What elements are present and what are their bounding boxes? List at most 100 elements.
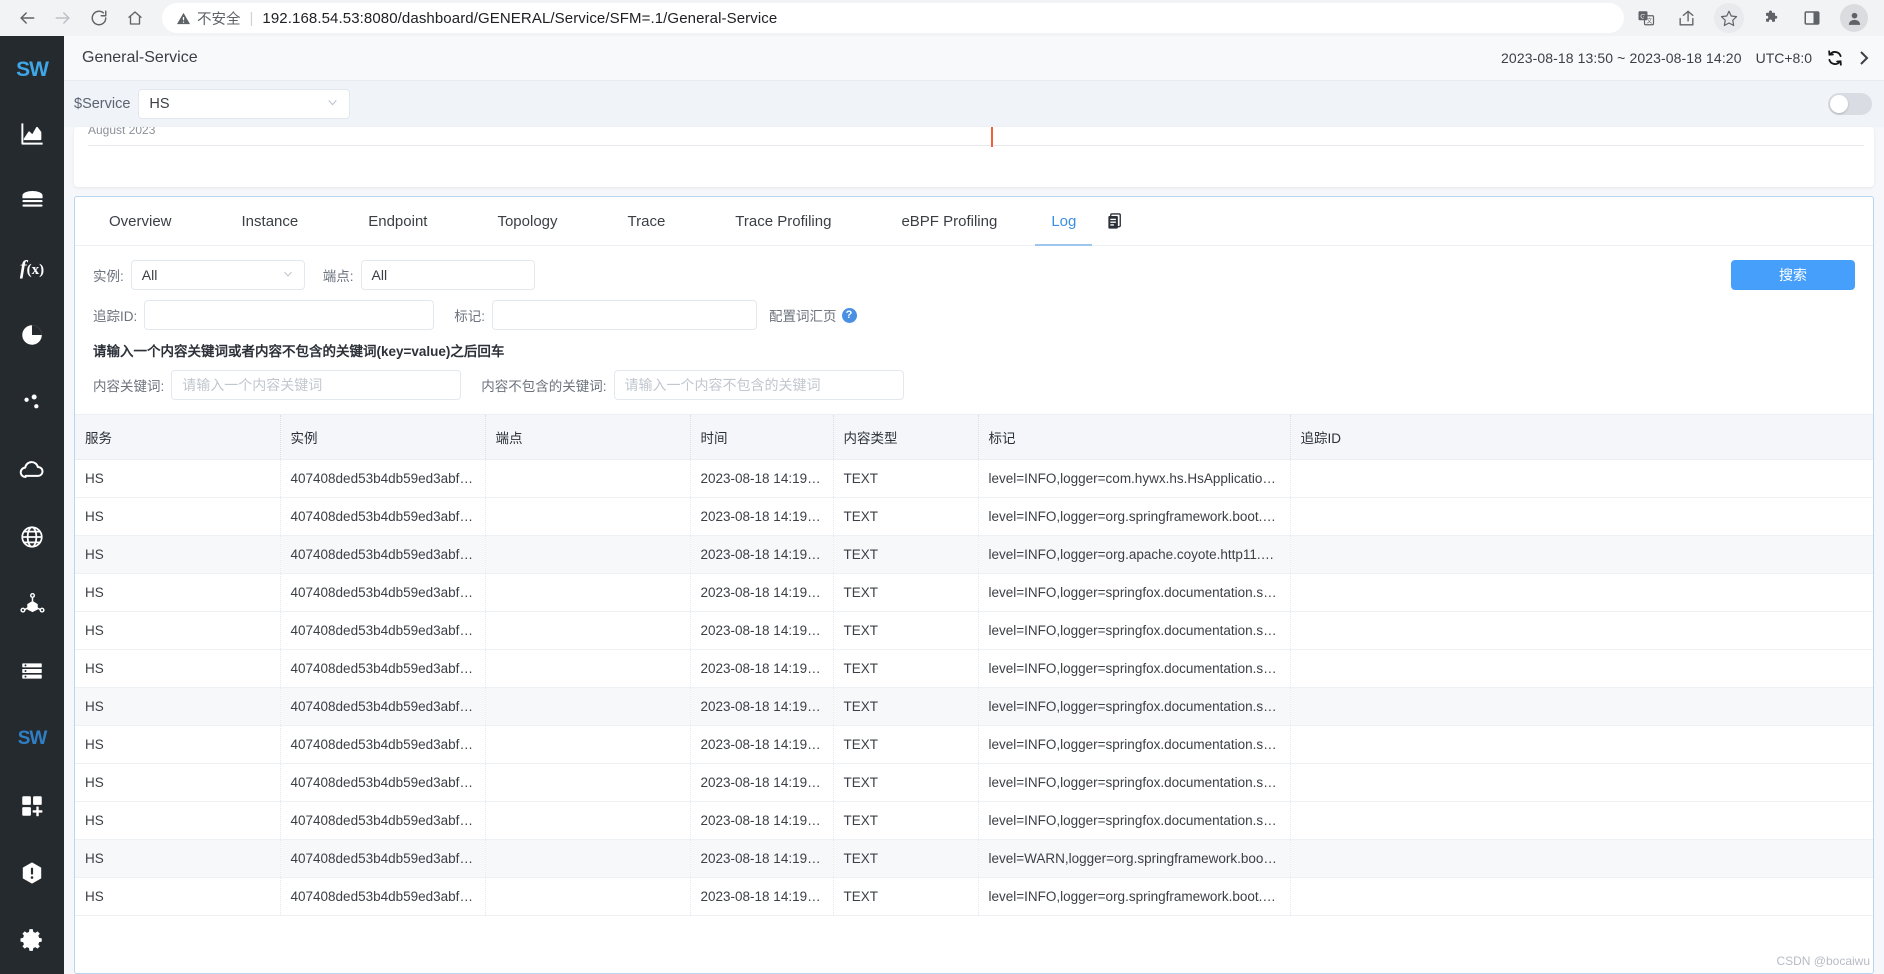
tab-topology[interactable]: Topology <box>487 197 567 246</box>
cell-time: 2023-08-18 14:19:52 <box>690 763 834 802</box>
cell-trace-id <box>1290 725 1873 764</box>
sidebar-item-list[interactable] <box>0 638 64 705</box>
sidebar-item-add-widget[interactable] <box>0 772 64 839</box>
sidebar-item-function[interactable]: f(x) <box>0 234 64 301</box>
service-selector-bar: $Service HS <box>64 81 1884 127</box>
search-button[interactable]: 搜索 <box>1731 260 1855 290</box>
instance-select-value: All <box>141 267 158 283</box>
sidebar-item-globe[interactable] <box>0 503 64 570</box>
table-row[interactable]: HS 407408ded53b4db59ed3abf636… 2023-08-18 … <box>75 763 1873 802</box>
keyword-input[interactable]: 请输入一个内容关键词 <box>171 370 462 400</box>
refresh-icon[interactable] <box>1826 49 1844 67</box>
table-row[interactable]: HS 407408ded53b4db59ed3abf636… 2023-08-18 … <box>75 611 1873 650</box>
cell-service: HS <box>75 573 281 612</box>
tab-trace[interactable]: Trace <box>618 197 676 246</box>
table-row[interactable]: HS 407408ded53b4db59ed3abf636… 2023-08-18 … <box>75 839 1873 878</box>
help-icon[interactable]: ? <box>841 307 857 323</box>
cell-endpoint <box>485 839 691 878</box>
sidebar-item-topology[interactable] <box>0 571 64 638</box>
sidebar-item-database[interactable] <box>0 167 64 234</box>
home-button[interactable] <box>118 1 152 35</box>
cell-trace-id <box>1290 877 1873 916</box>
filter-hint-text: 请输入一个内容关键词或者内容不包含的关键词(key=value)之后回车 <box>93 344 505 359</box>
cell-trace-id <box>1290 497 1873 536</box>
table-row[interactable]: HS 407408ded53b4db59ed3abf636… 2023-08-18 … <box>75 725 1873 764</box>
cell-time: 2023-08-18 14:19:53 <box>690 497 834 536</box>
table-row[interactable]: HS 407408ded53b4db59ed3abf636… 2023-08-18 … <box>75 535 1873 574</box>
translate-icon[interactable]: G文 <box>1634 6 1658 30</box>
cell-endpoint <box>485 877 691 916</box>
time-range-picker[interactable]: 2023-08-18 13:50 ~ 2023-08-18 14:20 <box>1501 50 1742 66</box>
cell-trace-id <box>1290 459 1873 498</box>
timezone-label: UTC+8:0 <box>1755 50 1812 66</box>
cell-content-type: TEXT <box>833 535 979 574</box>
cell-service: HS <box>75 535 281 574</box>
cell-content-type: TEXT <box>833 459 979 498</box>
cell-time: 2023-08-18 14:19:52 <box>690 877 834 916</box>
col-header-tags[interactable]: 标记 <box>978 414 1291 460</box>
profile-avatar-icon[interactable] <box>1840 4 1868 32</box>
reload-button[interactable] <box>82 1 116 35</box>
sidebar-item-dashboard[interactable] <box>0 100 64 167</box>
log-table-wrap: 服务 实例 端点 时间 内容类型 标记 追踪ID HS 407408ded53b4… <box>75 414 1873 973</box>
table-row[interactable]: HS 407408ded53b4db59ed3abf636… 2023-08-18 … <box>75 459 1873 498</box>
filter-row-1: 实例: All 端点: All <box>93 260 1855 290</box>
forward-button[interactable] <box>46 1 80 35</box>
bookmark-star-icon[interactable] <box>1714 3 1744 33</box>
cell-endpoint <box>485 687 691 726</box>
cell-trace-id <box>1290 535 1873 574</box>
cell-trace-id <box>1290 687 1873 726</box>
copy-document-icon[interactable] <box>1106 212 1125 231</box>
sidebar-item-dots[interactable] <box>0 369 64 436</box>
list-icon <box>19 658 45 684</box>
col-header-instance[interactable]: 实例 <box>280 414 486 460</box>
table-row[interactable]: HS 407408ded53b4db59ed3abf636… 2023-08-18 … <box>75 497 1873 536</box>
cell-trace-id <box>1290 649 1873 688</box>
table-row[interactable]: HS 407408ded53b4db59ed3abf636… 2023-08-18 … <box>75 649 1873 688</box>
col-header-endpoint[interactable]: 端点 <box>485 414 691 460</box>
edit-mode-toggle[interactable] <box>1828 93 1872 115</box>
sidebar-item-settings[interactable] <box>0 907 64 974</box>
tab-log[interactable]: Log <box>1035 197 1093 246</box>
share-icon[interactable] <box>1674 6 1698 30</box>
tab-overview[interactable]: Overview <box>99 197 182 246</box>
col-header-time[interactable]: 时间 <box>690 414 834 460</box>
chart-area-icon <box>19 120 46 147</box>
sidebar-item-pie[interactable] <box>0 302 64 369</box>
traceid-input[interactable] <box>144 300 435 330</box>
cell-service: HS <box>75 763 281 802</box>
config-vocabulary-link[interactable]: 配置词汇页 ? <box>769 305 857 325</box>
back-button[interactable] <box>10 1 44 35</box>
sidebar-item-cloud[interactable] <box>0 436 64 503</box>
sidebar-item-alarm[interactable] <box>0 840 64 907</box>
tab-instance[interactable]: Instance <box>232 197 309 246</box>
table-row[interactable]: HS 407408ded53b4db59ed3abf636… 2023-08-18 … <box>75 877 1873 916</box>
cell-endpoint <box>485 763 691 802</box>
service-select[interactable]: HS <box>138 89 351 119</box>
table-row[interactable]: HS 407408ded53b4db59ed3abf636… 2023-08-18 … <box>75 801 1873 840</box>
instance-select[interactable]: All <box>130 260 305 290</box>
extensions-puzzle-icon[interactable] <box>1760 6 1784 30</box>
tab-endpoint[interactable]: Endpoint <box>358 197 437 246</box>
chevron-right-icon[interactable] <box>1858 50 1870 66</box>
security-warning-text: 不安全 <box>197 11 241 28</box>
endpoint-input[interactable]: All <box>360 260 535 290</box>
col-header-service[interactable]: 服务 <box>75 414 281 460</box>
cell-tags: level=INFO,logger=com.hywx.hs.HsApplicat… <box>978 459 1291 498</box>
log-table-body: HS 407408ded53b4db59ed3abf636… 2023-08-18 … <box>75 459 1873 916</box>
tab-trace-profiling[interactable]: Trace Profiling <box>725 197 841 246</box>
col-header-content-type[interactable]: 内容类型 <box>833 414 979 460</box>
skywalking-logo[interactable]: SW <box>16 58 49 82</box>
col-header-trace-id[interactable]: 追踪ID <box>1290 414 1873 460</box>
exclude-keyword-input[interactable]: 请输入一个内容不包含的关键词 <box>613 370 904 400</box>
table-row[interactable]: HS 407408ded53b4db59ed3abf636… 2023-08-18 … <box>75 573 1873 612</box>
side-panel-icon[interactable] <box>1800 6 1824 30</box>
address-bar[interactable]: 不安全 | 192.168.54.53:8080/dashboard/GENER… <box>162 3 1624 33</box>
table-row[interactable]: HS 407408ded53b4db59ed3abf636… 2023-08-18 … <box>75 687 1873 726</box>
cell-service: HS <box>75 839 281 878</box>
tab-ebpf-profiling[interactable]: eBPF Profiling <box>891 197 1007 246</box>
cell-instance: 407408ded53b4db59ed3abf636… <box>280 611 486 650</box>
cell-tags: level=INFO,logger=org.springframework.bo… <box>978 497 1291 536</box>
tags-input[interactable] <box>492 300 758 330</box>
sidebar-item-skywalking[interactable]: SW <box>0 705 64 772</box>
